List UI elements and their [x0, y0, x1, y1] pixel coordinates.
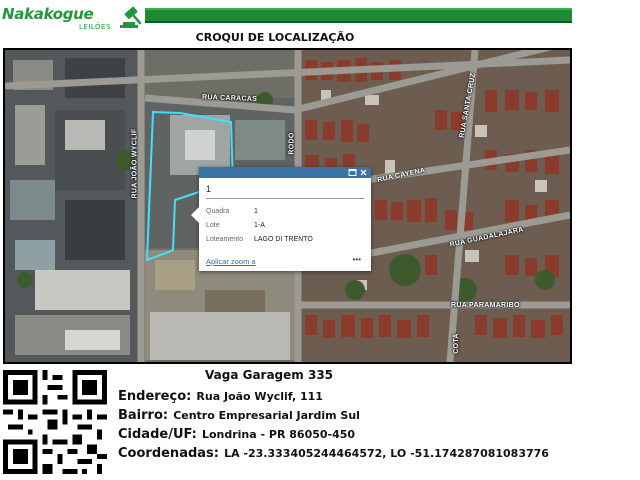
- popup-pointer: [191, 207, 199, 223]
- popup-row-lote: Lote 1-A: [206, 222, 265, 229]
- page-title: CROQUI DE LOCALIZAÇÃO: [195, 31, 355, 44]
- aerial-map[interactable]: RUA CARACAS RUA JOÃO WYCLIF RUA CAYENA R…: [3, 48, 572, 364]
- popup-value: 1: [254, 208, 258, 215]
- qr-code: [3, 370, 107, 474]
- gavel-icon: [120, 6, 142, 28]
- popup-title: 1: [206, 184, 212, 194]
- popup-header: [199, 167, 371, 178]
- popup-key: Quadra: [206, 208, 230, 215]
- property-title: Vaga Garagem 335: [205, 368, 334, 382]
- city-value: Londrina - PR 86050-450: [201, 428, 356, 441]
- popup-key: Loteamento: [206, 236, 243, 243]
- street-label-paramaribo: RUA PARAMARIBO: [451, 302, 520, 309]
- neighborhood-label: Bairro:: [118, 408, 169, 423]
- city-line: Cidade/UF: Londrina - PR 86050-450: [118, 423, 355, 442]
- address-line: Endereço: Rua João Wyclif, 111: [118, 385, 323, 404]
- street-label-rodo: RODO: [288, 132, 296, 155]
- street-label-cota: COTA: [452, 333, 460, 354]
- zoom-to-link[interactable]: Aplicar zoom a: [206, 257, 256, 266]
- more-options-button[interactable]: •••: [353, 255, 361, 264]
- street-label-joao-wyclif: RUA JOÃO WYCLIF: [131, 128, 139, 199]
- neighborhood-line: Bairro: Centro Empresarial Jardim Sul: [118, 404, 360, 423]
- close-icon[interactable]: [359, 168, 368, 177]
- brand-logo: Nakakogue LEILÕES: [2, 5, 142, 31]
- parcel-popup: 1 Quadra 1 Lote 1-A Loteamento LAGO DI TREN…: [191, 167, 371, 271]
- brand-sub: LEILÕES: [79, 23, 111, 31]
- brand-name: Nakakogue: [2, 5, 94, 23]
- coordinates-label: Coordenadas:: [118, 446, 219, 461]
- popup-row-quadra: Quadra 1: [206, 208, 258, 215]
- header-bar: [145, 8, 572, 23]
- popup-value: 1-A: [254, 222, 265, 229]
- coordinates-value: LA -23.333405244464572, LO -51.174287081…: [224, 447, 549, 460]
- city-label: Cidade/UF:: [118, 427, 197, 442]
- popup-value: LAGO DI TRENTO: [254, 236, 313, 243]
- neighborhood-value: Centro Empresarial Jardim Sul: [173, 409, 360, 422]
- popup-divider: [206, 198, 364, 199]
- address-label: Endereço:: [118, 389, 192, 404]
- popup-row-loteamento: Loteamento LAGO DI TRENTO: [206, 236, 313, 243]
- minimize-icon[interactable]: [348, 168, 357, 177]
- address-value: Rua João Wyclif, 111: [196, 390, 323, 403]
- popup-key: Lote: [206, 222, 220, 229]
- coordinates-line: Coordenadas: LA -23.333405244464572, LO …: [118, 442, 549, 461]
